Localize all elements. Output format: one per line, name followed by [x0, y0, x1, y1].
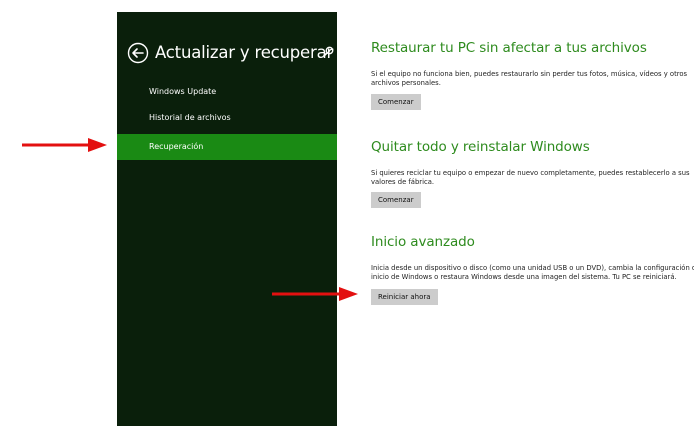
section-title-quitar-todo: Quitar todo y reinstalar Windows — [371, 139, 590, 155]
annotation-arrow-reiniciar — [272, 287, 358, 301]
comenzar-restaurar-button[interactable]: Comenzar — [371, 94, 421, 110]
sidebar-item-label: Historial de archivos — [149, 113, 231, 122]
reiniciar-ahora-button[interactable]: Reiniciar ahora — [371, 289, 438, 305]
annotation-arrow-recuperacion — [22, 138, 107, 152]
section-title-restaurar: Restaurar tu PC sin afectar a tus archiv… — [371, 40, 647, 56]
sidebar-item-recuperacion[interactable]: Recuperación — [117, 134, 337, 160]
settings-sidebar: Actualizar y recuperar Windows Update Hi… — [117, 12, 337, 426]
section-desc-restaurar: Si el equipo no funciona bien, puedes re… — [371, 70, 688, 87]
search-icon[interactable] — [323, 46, 334, 57]
sidebar-title: Actualizar y recuperar — [155, 43, 334, 62]
section-desc-quitar-todo: Si quieres reciclar tu equipo o empezar … — [371, 169, 690, 186]
recovery-main-panel: Restaurar tu PC sin afectar a tus archiv… — [371, 0, 694, 426]
sidebar-item-label: Windows Update — [149, 87, 217, 96]
section-title-inicio-avanzado: Inicio avanzado — [371, 234, 475, 250]
sidebar-header: Actualizar y recuperar — [127, 42, 334, 66]
sidebar-item-label: Recuperación — [149, 142, 204, 151]
section-desc-inicio-avanzado: Inicia desde un dispositivo o disco (com… — [371, 264, 694, 281]
comenzar-quitar-todo-button[interactable]: Comenzar — [371, 192, 421, 208]
sidebar-item-historial-archivos[interactable]: Historial de archivos — [117, 105, 337, 131]
back-arrow-icon[interactable] — [127, 42, 149, 64]
sidebar-item-windows-update[interactable]: Windows Update — [117, 79, 337, 105]
